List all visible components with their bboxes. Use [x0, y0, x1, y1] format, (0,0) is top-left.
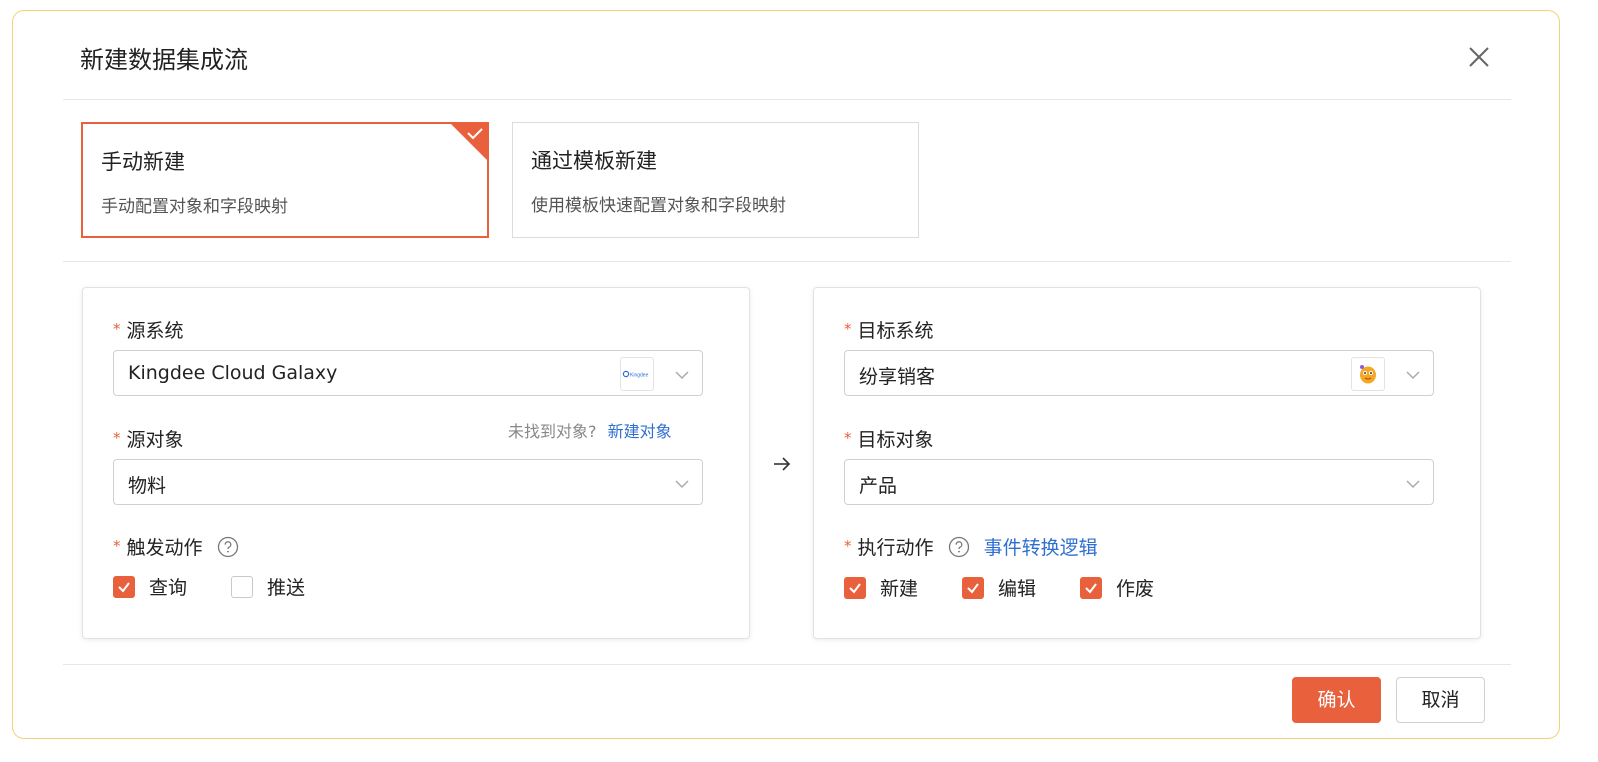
kingdee-logo-icon: Kingdee — [620, 357, 654, 391]
action-checkbox-group: 新建 编辑 作废 — [844, 574, 1198, 601]
object-hint-text: 未找到对象? — [508, 422, 597, 441]
source-object-select[interactable]: 物料 — [113, 459, 703, 505]
mode-card-template[interactable]: 通过模板新建 使用模板快速配置对象和字段映射 — [512, 122, 919, 238]
header-divider — [63, 99, 1511, 100]
dialog-title: 新建数据集成流 — [80, 46, 248, 74]
trigger-action-label: * 触发动作 — [113, 533, 239, 560]
mode-card-manual[interactable]: 手动新建 手动配置对象和字段映射 — [81, 122, 489, 238]
source-system-value: Kingdee Cloud Galaxy — [128, 362, 338, 384]
execute-action-label: * 执行动作 事件转换逻辑 — [844, 533, 1098, 560]
fxiaoke-logo-icon — [1351, 357, 1385, 391]
chevron-down-icon — [675, 480, 689, 489]
checkbox-label: 新建 — [880, 578, 919, 600]
target-object-label-text: 目标对象 — [857, 429, 934, 451]
trigger-query-checkbox[interactable]: 查询 — [113, 573, 187, 600]
required-mark: * — [844, 537, 852, 555]
checkbox-label: 推送 — [267, 577, 306, 599]
arrow-right-icon — [774, 457, 791, 471]
mode-card-title: 手动新建 — [101, 150, 185, 174]
mode-card-desc: 手动配置对象和字段映射 — [101, 197, 288, 217]
trigger-action-label-text: 触发动作 — [126, 537, 203, 559]
action-create-checkbox[interactable]: 新建 — [844, 574, 918, 601]
cancel-button[interactable]: 取消 — [1396, 677, 1485, 723]
dialog: 新建数据集成流 手动新建 手动配置对象和字段映射 通过模板新建 使用模板快速配置… — [12, 10, 1560, 739]
mode-card-desc: 使用模板快速配置对象和字段映射 — [531, 196, 786, 216]
target-object-select[interactable]: 产品 — [844, 459, 1434, 505]
chevron-down-icon — [1406, 480, 1420, 489]
target-object-label: * 目标对象 — [844, 425, 934, 452]
source-object-label: * 源对象 — [113, 425, 184, 452]
create-object-link[interactable]: 新建对象 — [608, 422, 672, 441]
execute-action-label-text: 执行动作 — [857, 537, 934, 559]
target-system-label-text: 目标系统 — [857, 320, 934, 342]
checkbox-unchecked-icon — [231, 575, 254, 598]
target-panel: * 目标系统 纷享销客 * 目标对象 产品 * 执行动作 事件转换逻辑 新建 编… — [813, 287, 1481, 639]
kingdee-logo-text: Kingdee — [630, 373, 649, 379]
checkbox-label: 编辑 — [998, 578, 1037, 600]
mode-card-title: 通过模板新建 — [531, 149, 657, 173]
checkbox-checked-icon — [113, 575, 135, 598]
target-system-select[interactable]: 纷享销客 — [844, 350, 1434, 396]
checkbox-checked-icon — [962, 576, 985, 599]
chevron-down-icon — [1406, 371, 1420, 380]
section-divider — [63, 261, 1511, 262]
required-mark: * — [844, 320, 852, 338]
close-icon[interactable] — [1465, 43, 1493, 71]
help-icon[interactable] — [217, 536, 239, 558]
event-conversion-logic-link[interactable]: 事件转换逻辑 — [984, 537, 1098, 559]
action-void-checkbox[interactable]: 作废 — [1080, 574, 1154, 601]
checkbox-label: 查询 — [149, 577, 188, 599]
source-object-label-text: 源对象 — [126, 429, 184, 451]
confirm-button[interactable]: 确认 — [1292, 677, 1381, 723]
source-object-value: 物料 — [128, 475, 167, 497]
help-icon[interactable] — [948, 536, 970, 558]
checkbox-label: 作废 — [1116, 578, 1155, 600]
checkbox-checked-icon — [1080, 576, 1103, 599]
action-edit-checkbox[interactable]: 编辑 — [962, 574, 1036, 601]
required-mark: * — [113, 537, 121, 555]
required-mark: * — [113, 429, 121, 447]
source-system-label: * 源系统 — [113, 316, 184, 343]
footer-divider — [63, 664, 1511, 665]
checkbox-checked-icon — [844, 576, 866, 599]
target-object-value: 产品 — [859, 475, 898, 497]
required-mark: * — [844, 429, 852, 447]
target-system-label: * 目标系统 — [844, 316, 934, 343]
source-system-select[interactable]: Kingdee Cloud Galaxy Kingdee — [113, 350, 703, 396]
target-system-value: 纷享销客 — [859, 366, 936, 388]
object-not-found-hint: 未找到对象? 新建对象 — [508, 418, 672, 442]
chevron-down-icon — [675, 371, 689, 380]
selected-check-icon — [451, 124, 487, 160]
source-panel: * 源系统 Kingdee Cloud Galaxy Kingdee * 源对象 未… — [82, 287, 750, 639]
required-mark: * — [113, 320, 121, 338]
source-system-label-text: 源系统 — [126, 320, 184, 342]
trigger-push-checkbox[interactable]: 推送 — [231, 573, 305, 600]
trigger-checkbox-group: 查询 推送 — [113, 573, 349, 600]
